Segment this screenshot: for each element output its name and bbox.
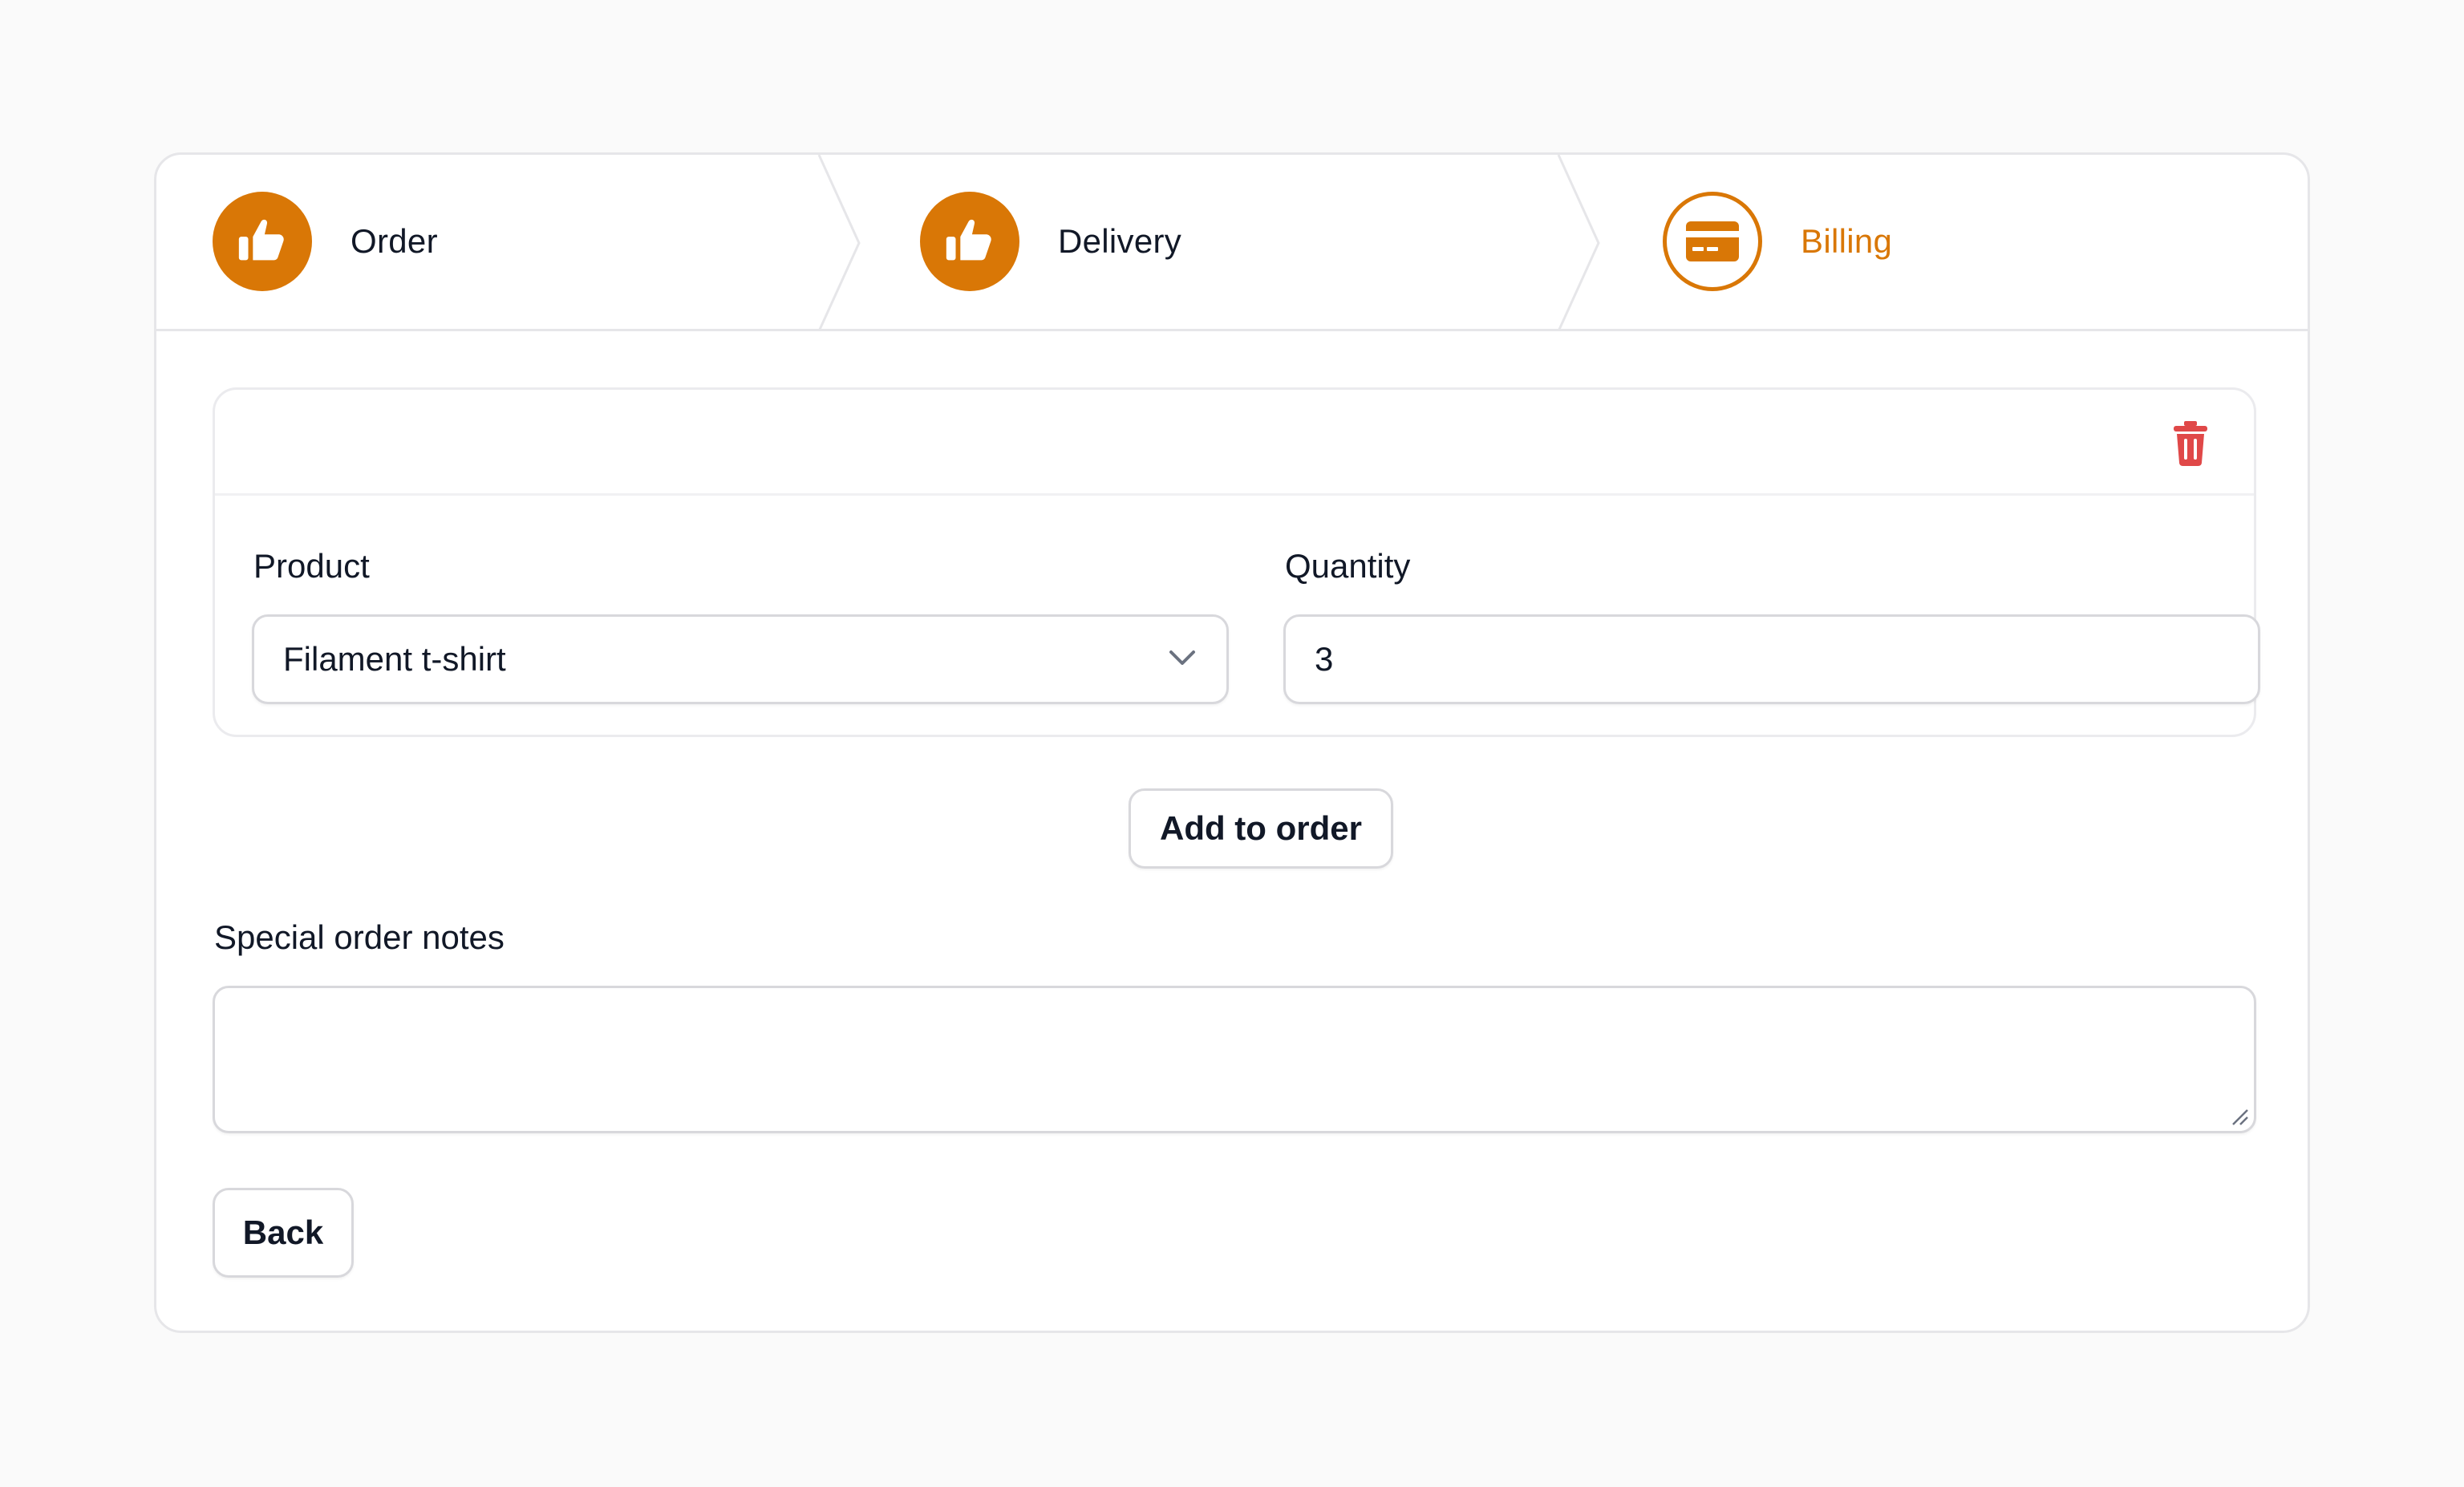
order-item-header (215, 390, 2254, 496)
step-delivery-circle (920, 192, 1019, 291)
wizard-steps: Order Delivery Billing (156, 155, 2308, 331)
credit-card-icon (1686, 221, 1739, 261)
step-billing-circle (1663, 192, 1762, 291)
step-billing[interactable]: Billing (1663, 192, 1892, 291)
step-separators (817, 155, 1600, 331)
notes-label: Special order notes (214, 918, 505, 956)
quantity-input[interactable]: 3 (1283, 614, 2260, 704)
thumbs-up-icon (238, 219, 284, 261)
step-billing-label: Billing (1801, 222, 1893, 260)
step-order[interactable]: Order (213, 192, 438, 291)
wizard-card: Order Delivery Billing Product Filament … (154, 152, 2310, 1333)
order-item: Product Filament t-shirt Quantity 3 (213, 387, 2260, 737)
resize-grip-icon[interactable] (2228, 1105, 2249, 1126)
product-select-value: Filament t-shirt (283, 640, 506, 678)
notes-textarea[interactable] (213, 986, 2256, 1133)
quantity-label: Quantity (1285, 547, 1411, 585)
trash-icon (2174, 421, 2207, 466)
thumbs-up-icon (946, 219, 991, 261)
quantity-input-value: 3 (1315, 640, 1334, 678)
product-label: Product (253, 547, 370, 585)
step-order-circle (213, 192, 312, 291)
product-select[interactable]: Filament t-shirt (252, 614, 1229, 704)
delete-item-button[interactable] (2170, 420, 2211, 467)
back-button[interactable]: Back (213, 1188, 354, 1278)
chevron-down-icon (1169, 650, 1195, 665)
step-delivery-label: Delivery (1058, 222, 1182, 260)
step-order-label: Order (351, 222, 438, 260)
add-to-order-button[interactable]: Add to order (1129, 788, 1393, 869)
step-delivery[interactable]: Delivery (920, 192, 1181, 291)
